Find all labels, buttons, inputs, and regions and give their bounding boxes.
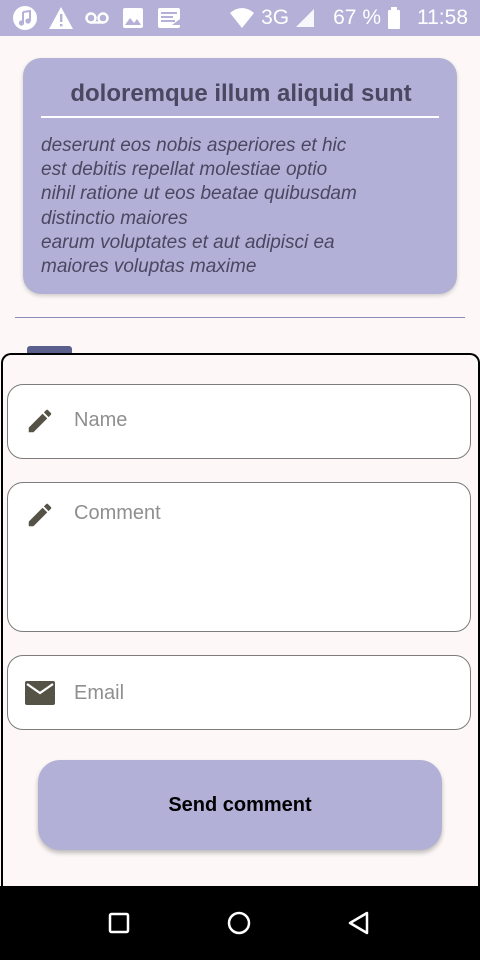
comment-field[interactable] <box>7 482 471 632</box>
body-line: deserunt eos nobis asperiores et hic <box>41 135 347 156</box>
pencil-icon <box>28 409 52 433</box>
image-icon <box>120 5 146 31</box>
title-divider <box>41 116 439 118</box>
system-indicators: 3G 67 % 11:58 <box>229 0 468 36</box>
wifi-icon <box>230 8 255 28</box>
back-button[interactable] <box>344 908 374 938</box>
body-line: nihil ratione ut eos beatae quibusdam <box>41 183 357 205</box>
news-icon <box>156 5 182 31</box>
article-card[interactable]: doloremque illum aliquid sunt deserunt e… <box>23 58 457 294</box>
body-line: est debitis repellat molestiae optio <box>41 159 328 181</box>
notification-icons <box>12 5 182 31</box>
clock: 11:58 <box>417 6 468 29</box>
recents-button[interactable] <box>104 908 134 938</box>
pencil-icon <box>28 503 52 527</box>
mail-icon <box>25 681 55 705</box>
battery-icon <box>388 7 400 29</box>
signal-icon <box>296 9 315 27</box>
music-icon <box>12 5 38 31</box>
article-body: deserunt eos nobis asperiores et hic est… <box>41 134 441 279</box>
email-input[interactable] <box>74 682 454 705</box>
comment-input[interactable] <box>74 502 454 612</box>
battery-percent: 67 % <box>333 6 381 29</box>
status-bar: 3G 67 % 11:58 <box>0 0 480 36</box>
home-button[interactable] <box>224 908 254 938</box>
section-divider <box>15 317 465 318</box>
body-line: earum voluptates et aut adipisci ea <box>41 231 335 253</box>
name-field[interactable] <box>7 384 471 459</box>
network-type: 3G <box>261 6 290 29</box>
voicemail-icon <box>84 5 110 31</box>
warning-icon <box>48 5 74 31</box>
name-input[interactable] <box>74 409 454 432</box>
body-line: distinctio maiores <box>41 207 188 229</box>
send-comment-button[interactable]: Send comment <box>38 760 442 850</box>
email-field[interactable] <box>7 655 471 730</box>
navigation-bar <box>0 886 480 960</box>
body-line: maiores voluptas maxime <box>41 256 257 278</box>
article-title: doloremque illum aliquid sunt <box>70 80 412 107</box>
